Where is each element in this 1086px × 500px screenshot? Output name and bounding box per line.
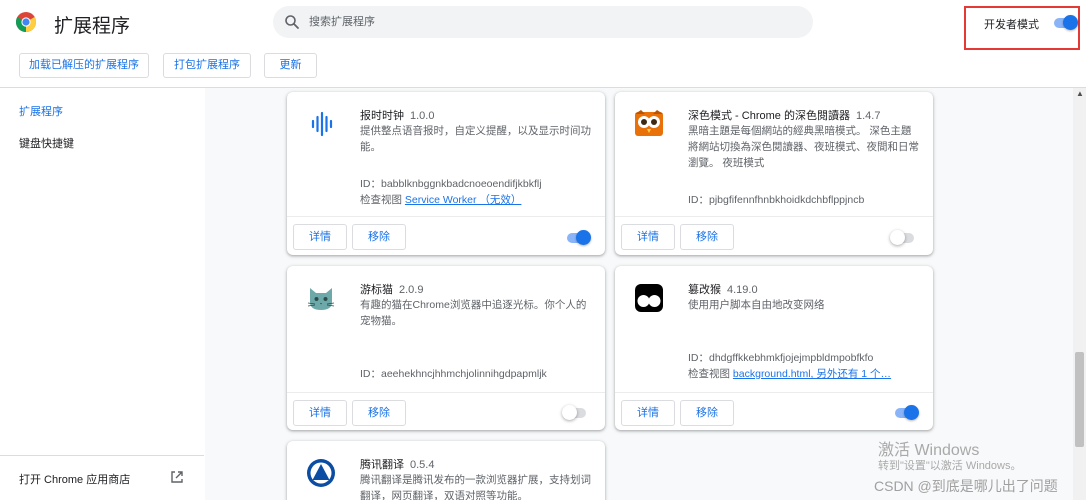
- extension-id: ID：aeehekhncjhhmchjolinnihgdpapmljk: [360, 366, 547, 381]
- extension-title: 篡改猴: [688, 284, 721, 296]
- card-divider: [287, 392, 605, 393]
- extension-version: 0.5.4: [410, 459, 435, 471]
- extension-description: 提供整点语音报时，自定义提醒，以及显示时间功能。: [360, 125, 591, 153]
- extension-version: 1.4.7: [855, 110, 881, 122]
- id-value: aeehekhncjhhmchjolinnihgdpapmljk: [381, 368, 547, 380]
- id-prefix: ID：: [688, 194, 709, 206]
- extension-version: 4.19.0: [727, 284, 758, 296]
- id-prefix: ID：: [360, 178, 381, 190]
- sidebar-item-shortcuts[interactable]: 键盘快捷键: [19, 135, 74, 151]
- search-bar[interactable]: [273, 6, 813, 38]
- extension-toggle[interactable]: [567, 230, 591, 245]
- card-divider: [615, 216, 933, 217]
- extension-id: ID：babblknbggnkbadcnoeoendifjkbkflj: [360, 176, 542, 191]
- extension-title: 报时时钟: [360, 110, 404, 122]
- id-value: babblknbggnkbadcnoeoendifjkbkflj: [381, 178, 542, 190]
- extension-version: 2.0.9: [399, 284, 424, 296]
- search-input[interactable]: [309, 12, 789, 32]
- extension-title: 腾讯翻译: [360, 459, 404, 471]
- inspect-views: 检查视图 Service Worker （无效）: [360, 192, 521, 207]
- inspect-prefix: 检查视图: [360, 194, 402, 206]
- id-value: pjbgfifennfhnbkhoidkdchbflppjncb: [709, 194, 865, 206]
- inspect-service-worker-link[interactable]: Service Worker （无效）: [405, 194, 522, 206]
- details-button[interactable]: 详情: [621, 400, 675, 426]
- toggle-knob: [1063, 15, 1078, 30]
- extension-version: 1.0.0: [410, 110, 435, 122]
- extension-name: 游标猫 2.0.9: [360, 281, 423, 297]
- card-divider: [615, 392, 933, 393]
- extension-id: ID：pjbgfifennfhnbkhoidkdchbflppjncb: [688, 192, 864, 207]
- toggle-knob: [890, 230, 905, 245]
- scroll-up-arrow-icon[interactable]: ▲: [1076, 90, 1084, 98]
- sound-wave-icon: [311, 111, 333, 137]
- remove-button[interactable]: 移除: [680, 400, 734, 426]
- extension-toggle[interactable]: [890, 230, 914, 245]
- extension-card: 篡改猴 4.19.0 使用用户脚本自由地改变网络 ID：dhdgffkkebhmk…: [615, 266, 933, 430]
- page-title: 扩展程序: [54, 16, 131, 37]
- toggle-knob: [904, 405, 919, 420]
- toggle-knob: [576, 230, 591, 245]
- owl-icon: [635, 110, 663, 136]
- extension-description: 有趣的猫在Chrome浏览器中追逐光标。你个人的宠物猫。: [360, 299, 587, 327]
- page-scrollbar[interactable]: ▲: [1073, 88, 1086, 500]
- tampermonkey-icon: [635, 284, 663, 312]
- scroll-thumb[interactable]: [1075, 352, 1084, 447]
- extension-name: 腾讯翻译 0.5.4: [360, 456, 434, 472]
- dev-mode-label: 开发者模式: [984, 19, 1039, 31]
- extension-card: 深色模式 - Chrome 的深色閱讀器 1.4.7 黑暗主題是每個網站的經典黑暗…: [615, 92, 933, 255]
- chrome-web-store-link[interactable]: 打开 Chrome 应用商店: [19, 471, 130, 487]
- extension-description: 黑暗主題是每個網站的經典黑暗模式。 深色主題將網站切換為深色閱讀器、夜班模式、夜…: [688, 125, 919, 169]
- id-prefix: ID：: [688, 352, 709, 364]
- remove-button[interactable]: 移除: [352, 400, 406, 426]
- open-external-icon[interactable]: [170, 470, 184, 484]
- search-icon: [285, 15, 299, 29]
- extension-toggle[interactable]: [895, 405, 919, 420]
- update-button[interactable]: 更新: [264, 53, 317, 78]
- details-button[interactable]: 详情: [621, 224, 675, 250]
- extension-title: 游标猫: [360, 284, 393, 296]
- chrome-logo-icon: [16, 12, 36, 32]
- extension-name: 深色模式 - Chrome 的深色閱讀器 1.4.7: [688, 107, 880, 123]
- activate-windows-subtitle: 转到"设置"以激活 Windows。: [878, 460, 1022, 472]
- sidebar-item-extensions[interactable]: 扩展程序: [19, 103, 63, 119]
- remove-button[interactable]: 移除: [680, 224, 734, 250]
- inspect-prefix: 检查视图: [688, 368, 730, 380]
- extension-name: 报时时钟 1.0.0: [360, 107, 434, 123]
- cat-icon: [307, 288, 335, 310]
- csdn-watermark: CSDN @到底是哪儿出了问题: [874, 478, 1058, 494]
- top-bar: 扩展程序 开发者模式: [0, 0, 1086, 50]
- extension-name: 篡改猴 4.19.0: [688, 281, 758, 297]
- dev-mode-toggle[interactable]: [1054, 15, 1078, 30]
- inspect-views: 检查视图 background.html, 另外还有 1 个…: [688, 366, 891, 381]
- extension-card: 报时时钟 1.0.0 提供整点语音报时，自定义提醒，以及显示时间功能。 ID：ba…: [287, 92, 605, 255]
- extension-description: 使用用户脚本自由地改变网络: [688, 299, 825, 311]
- pack-extension-button[interactable]: 打包扩展程序: [163, 53, 251, 78]
- id-value: dhdgffkkebhmkfjojejmpbldmpobfkfo: [709, 352, 874, 364]
- tencent-translate-icon: [307, 459, 335, 487]
- details-button[interactable]: 详情: [293, 224, 347, 250]
- details-button[interactable]: 详情: [293, 400, 347, 426]
- load-unpacked-button[interactable]: 加载已解压的扩展程序: [19, 53, 149, 78]
- toggle-knob: [562, 405, 577, 420]
- extension-card: 腾讯翻译 0.5.4 腾讯翻译是腾讯发布的一款浏览器扩展，支持划词翻译，网页翻译，…: [287, 441, 605, 500]
- extension-toggle[interactable]: [562, 405, 586, 420]
- inspect-background-link[interactable]: background.html, 另外还有 1 个…: [733, 368, 891, 380]
- card-divider: [287, 216, 605, 217]
- extension-card: 游标猫 2.0.9 有趣的猫在Chrome浏览器中追逐光标。你个人的宠物猫。 ID…: [287, 266, 605, 430]
- extension-id: ID：dhdgffkkebhmkfjojejmpbldmpobfkfo: [688, 350, 873, 365]
- extension-title: 深色模式 - Chrome 的深色閱讀器: [688, 110, 850, 122]
- remove-button[interactable]: 移除: [352, 224, 406, 250]
- sidebar-divider: [0, 455, 204, 456]
- id-prefix: ID：: [360, 368, 381, 380]
- extension-description: 腾讯翻译是腾讯发布的一款浏览器扩展，支持划词翻译，网页翻译，双语对照等功能。: [360, 474, 591, 500]
